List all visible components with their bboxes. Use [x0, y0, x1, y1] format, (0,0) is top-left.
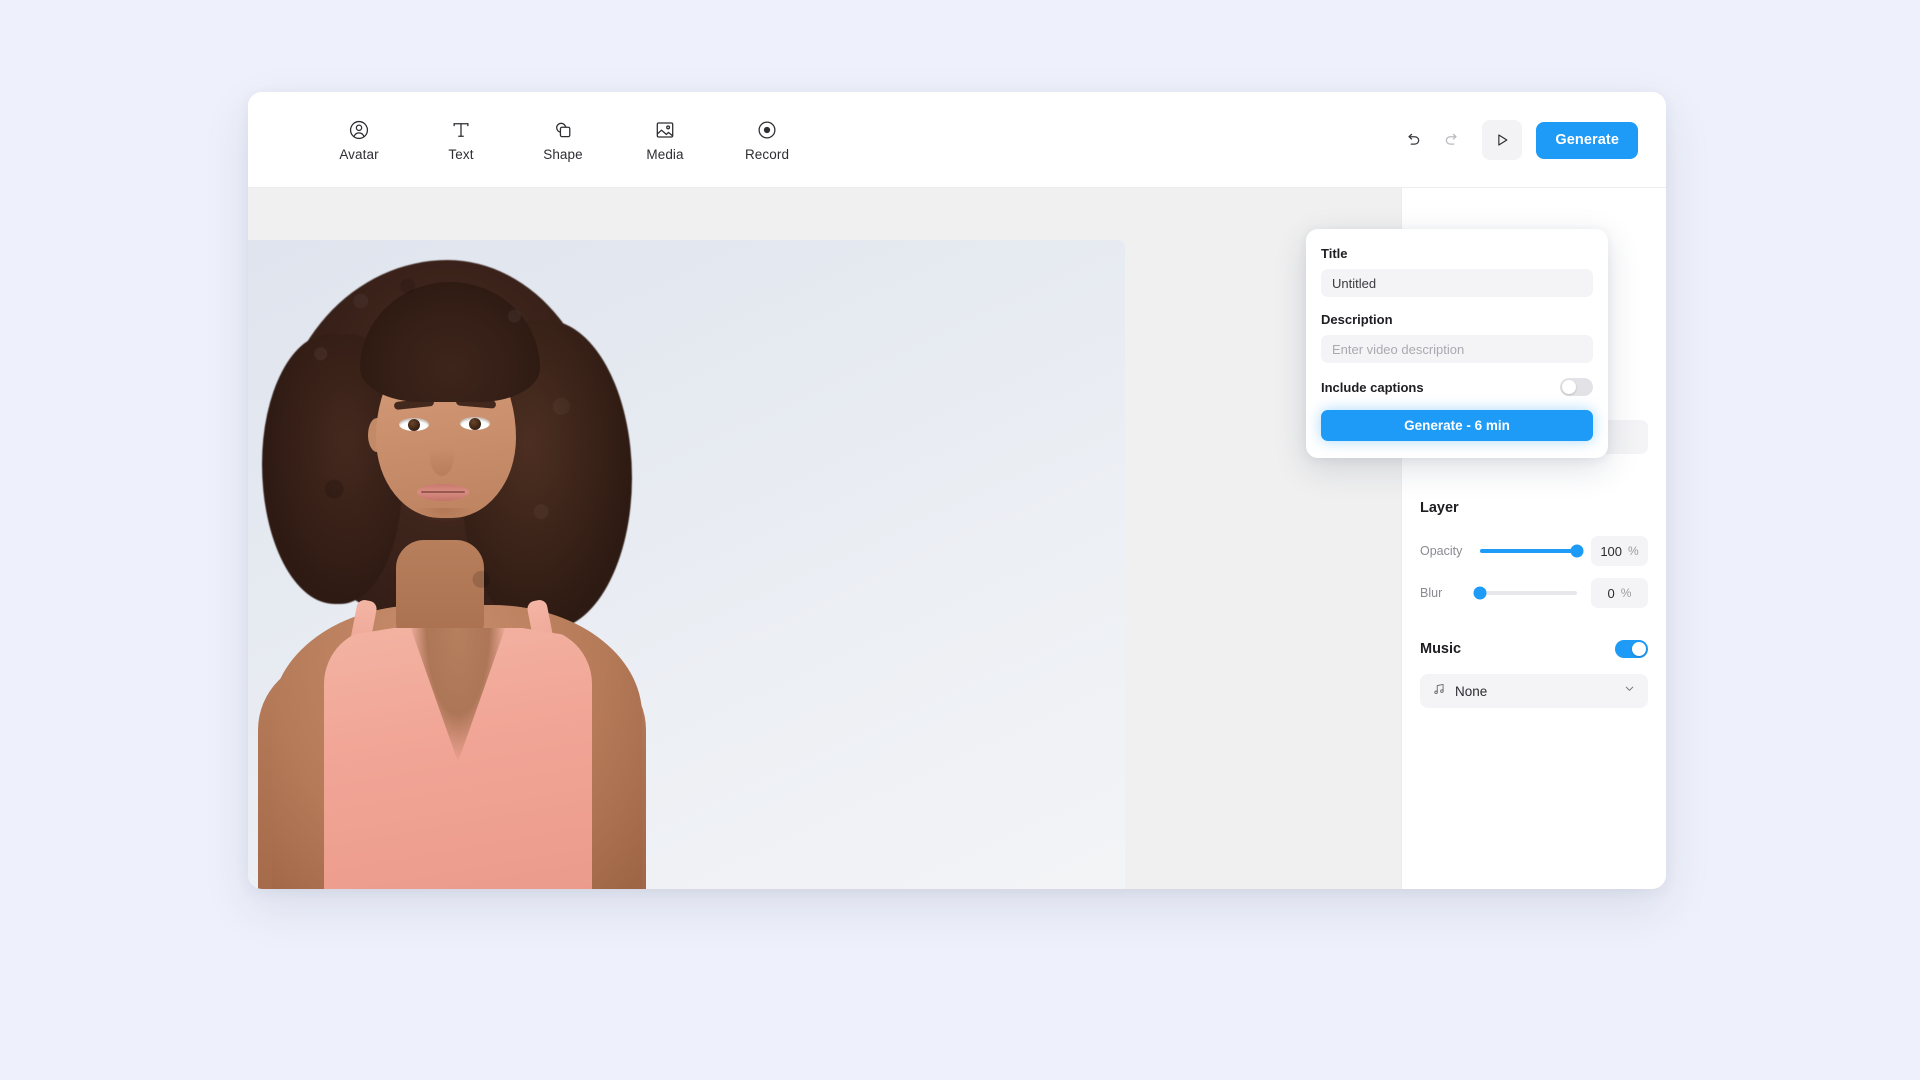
- opacity-row: Opacity 100 %: [1420, 536, 1648, 566]
- tool-record[interactable]: Record: [731, 104, 803, 176]
- tool-record-label: Record: [744, 146, 790, 162]
- include-captions-row: Include captions: [1321, 378, 1593, 396]
- include-captions-toggle-knob: [1562, 380, 1576, 394]
- blur-unit: %: [1620, 586, 1632, 600]
- music-section-title: Music: [1420, 641, 1462, 657]
- blur-value-box[interactable]: 0 %: [1591, 578, 1648, 608]
- tool-avatar[interactable]: Avatar: [323, 104, 395, 176]
- media-icon: [654, 119, 676, 141]
- avatar-lips: [417, 484, 469, 501]
- tool-shape-label: Shape: [543, 146, 583, 162]
- blur-label: Blur: [1420, 586, 1443, 600]
- tool-shape[interactable]: Shape: [527, 104, 599, 176]
- avatar-icon: [348, 119, 370, 141]
- tool-text[interactable]: Text: [425, 104, 497, 176]
- music-toggle-knob: [1632, 642, 1646, 656]
- include-captions-toggle[interactable]: [1560, 378, 1593, 396]
- play-icon[interactable]: [1482, 120, 1523, 160]
- opacity-unit: %: [1628, 544, 1639, 558]
- description-field-label: Description: [1321, 312, 1393, 327]
- top-toolbar: Avatar Text Shape Media Record Generate: [248, 92, 1666, 188]
- toolbar-actions: Generate: [1392, 92, 1638, 188]
- avatar-nose: [430, 436, 454, 476]
- blur-slider[interactable]: [1473, 586, 1577, 600]
- tool-avatar-label: Avatar: [339, 146, 379, 162]
- video-canvas[interactable]: [248, 240, 1125, 889]
- shape-icon: [552, 119, 574, 141]
- avatar-eye-right: [460, 417, 490, 430]
- tool-text-label: Text: [448, 146, 474, 162]
- redo-icon[interactable]: [1432, 120, 1472, 160]
- avatar-chin-shadow: [414, 508, 474, 522]
- generate-popover: Title Untitled Description Enter video d…: [1306, 229, 1608, 458]
- blur-row: Blur 0 %: [1420, 578, 1648, 608]
- description-input[interactable]: Enter video description: [1321, 335, 1593, 363]
- record-icon: [756, 119, 778, 141]
- music-toggle[interactable]: [1615, 640, 1648, 658]
- opacity-slider[interactable]: [1480, 544, 1584, 558]
- tool-media[interactable]: Media: [629, 104, 701, 176]
- include-captions-label: Include captions: [1321, 379, 1424, 395]
- avatar-dress: [324, 628, 592, 889]
- opacity-slider-knob[interactable]: [1570, 544, 1584, 558]
- tool-group: Avatar Text Shape Media Record: [323, 92, 803, 188]
- blur-value: 0: [1607, 585, 1615, 601]
- generate-button[interactable]: Generate: [1536, 121, 1638, 159]
- opacity-value: 100: [1600, 543, 1623, 559]
- title-input[interactable]: Untitled: [1321, 269, 1593, 297]
- title-field-label: Title: [1321, 246, 1348, 261]
- opacity-label: Opacity: [1420, 544, 1463, 558]
- undo-icon[interactable]: [1392, 120, 1432, 160]
- canvas-stage: [248, 188, 1259, 889]
- opacity-slider-fill: [1480, 549, 1577, 553]
- app-window: Avatar Text Shape Media Record Generate …: [248, 92, 1666, 889]
- blur-slider-knob[interactable]: [1473, 586, 1487, 600]
- music-track-select[interactable]: None: [1420, 674, 1648, 708]
- music-note-icon: [1432, 682, 1446, 701]
- avatar-preview[interactable]: [248, 240, 1125, 889]
- layer-section-title: Layer: [1420, 500, 1459, 516]
- music-row: Music: [1420, 640, 1648, 658]
- music-track-value: None: [1455, 683, 1488, 699]
- opacity-value-box[interactable]: 100 %: [1591, 536, 1648, 566]
- text-icon: [450, 119, 472, 141]
- chevron-down-icon: [1623, 682, 1636, 700]
- generate-submit-button[interactable]: Generate - 6 min: [1321, 410, 1593, 441]
- tool-media-label: Media: [646, 146, 684, 162]
- avatar-eye-left: [399, 418, 429, 431]
